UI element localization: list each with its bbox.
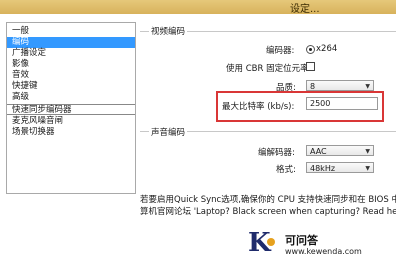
format-select[interactable]: 48kHz ▼ — [306, 162, 374, 173]
codec-label: 编解码器: — [258, 148, 295, 158]
sidebar-item-scene-switcher[interactable]: 场景切换器 — [7, 127, 135, 138]
sidebar-item-general[interactable]: 一般 — [7, 26, 135, 37]
sidebar-item-video[interactable]: 影像 — [7, 59, 135, 70]
chevron-down-icon: ▼ — [365, 165, 370, 172]
cbr-label: 使用 CBR 固定位元率 — [226, 64, 309, 74]
watermark: K 可问答 www.kewenda.com — [245, 226, 396, 263]
quality-select[interactable]: 8 ▼ — [306, 80, 374, 91]
quality-value: 8 — [310, 82, 316, 91]
sidebar-item-hotkeys[interactable]: 快捷键 — [7, 81, 135, 92]
video-group-label: 视频编码 — [149, 25, 188, 37]
watermark-url: www.kewenda.com — [285, 247, 362, 256]
settings-category-list[interactable]: 一般 编码 广播设定 影像 音效 快捷键 高级 快速同步编码器 麦克风噪音闸 场… — [6, 22, 136, 194]
sidebar-item-broadcast[interactable]: 广播设定 — [7, 48, 135, 59]
audio-group-label: 声音编码 — [149, 126, 188, 138]
title-bar: 设定... — [0, 0, 396, 15]
window-title: 设定... — [290, 4, 320, 15]
quick-sync-notice-line1: 若要启用Quick Sync选项,确保你的 CPU 支持快速同步和在 BIOS … — [140, 195, 396, 205]
encoder-radio[interactable] — [306, 45, 315, 54]
quick-sync-notice-line2: 算机官网论坛 'Laptop? Black screen when captur… — [140, 207, 396, 217]
sidebar-item-advanced[interactable]: 高级 — [7, 92, 135, 103]
codec-select[interactable]: AAC ▼ — [306, 145, 374, 156]
chevron-down-icon: ▼ — [365, 148, 370, 155]
watermark-name: 可问答 — [285, 234, 318, 247]
encoder-value: x264 — [316, 44, 338, 54]
sidebar-item-quick-sync[interactable]: 快速同步编码器 — [7, 104, 135, 115]
sidebar-item-audio[interactable]: 音效 — [7, 70, 135, 81]
sidebar-item-mic-noise-gate[interactable]: 麦克风噪音闸 — [7, 116, 135, 127]
format-value: 48kHz — [310, 164, 336, 173]
watermark-dot-icon — [267, 238, 275, 246]
cbr-checkbox[interactable] — [306, 62, 315, 71]
encoder-label: 编码器: — [266, 46, 295, 56]
codec-value: AAC — [310, 147, 327, 156]
format-label: 格式: — [276, 165, 296, 175]
settings-panel: 视频编码 编码器: x264 使用 CBR 固定位元率 品质: 8 ▼ 最大比特… — [140, 22, 396, 258]
sidebar-item-encoding[interactable]: 编码 — [7, 37, 135, 48]
max-bitrate-highlight — [216, 91, 384, 122]
